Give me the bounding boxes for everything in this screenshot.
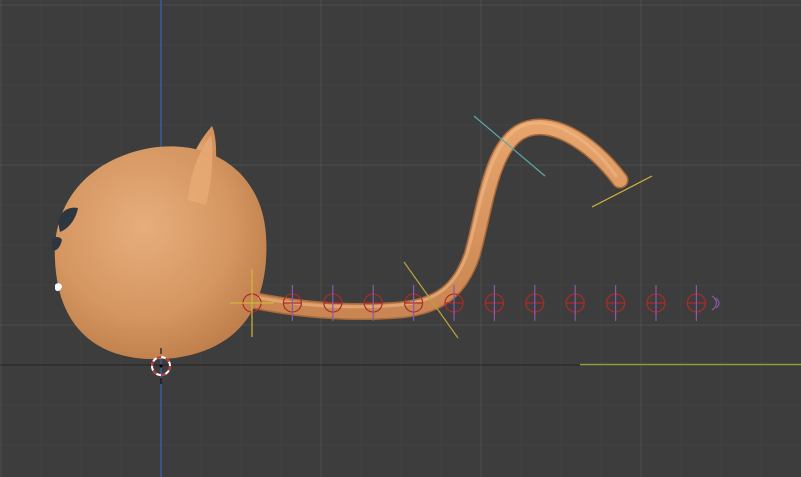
curve-control-point[interactable] <box>484 285 504 321</box>
tail-mesh[interactable] <box>243 118 629 321</box>
cat-head-mesh[interactable] <box>52 126 267 360</box>
curve-control-point[interactable] <box>565 285 585 321</box>
curve-end-marker <box>711 295 720 311</box>
curve-control-point[interactable] <box>686 285 707 321</box>
3d-viewport[interactable] <box>0 0 801 477</box>
curve-control-point[interactable] <box>646 285 666 321</box>
curve-control-point[interactable] <box>525 285 545 321</box>
curve-control-point[interactable] <box>605 285 626 321</box>
